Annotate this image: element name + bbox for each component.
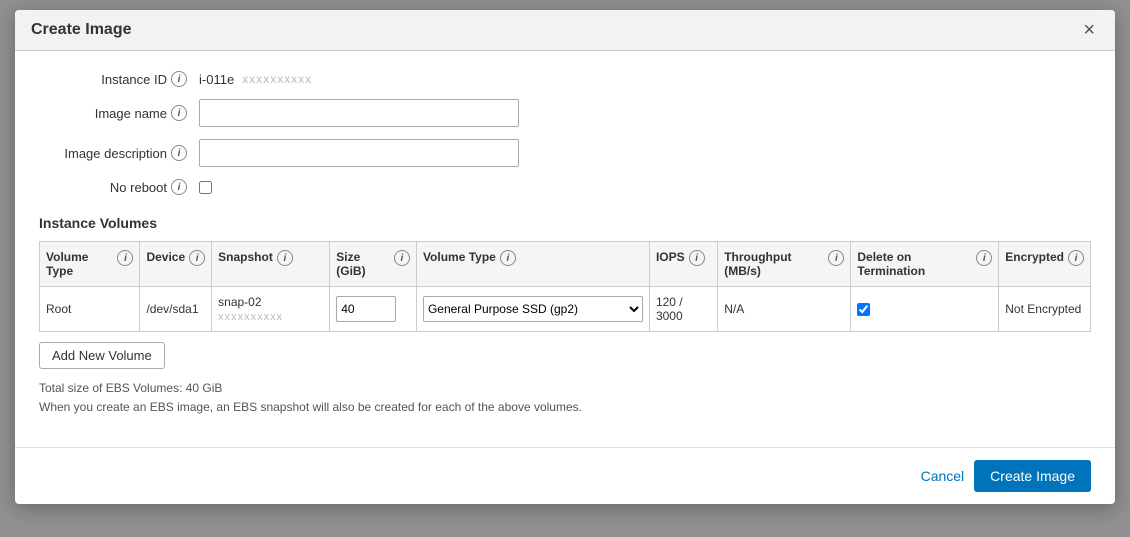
close-button[interactable]: × (1079, 20, 1099, 40)
cell-delete-on-termination-0[interactable] (851, 287, 999, 332)
add-new-volume-button[interactable]: Add New Volume (39, 342, 165, 369)
cell-size-0[interactable] (330, 287, 417, 332)
total-size-note: Total size of EBS Volumes: 40 GiB (39, 379, 1091, 398)
instance-id-row: Instance ID i i-011e xxxxxxxxxx (39, 71, 1091, 87)
th-throughput: Throughput (MB/s) i (718, 242, 851, 287)
volume-type-col-info-icon: i (117, 250, 133, 266)
modal-title: Create Image (31, 21, 132, 39)
instance-id-info-icon: i (171, 71, 187, 87)
snapshot-col-info-icon: i (277, 250, 293, 266)
image-description-row: Image description i (39, 139, 1091, 167)
iops-col-info-icon: i (689, 250, 705, 266)
cell-volume-type-val-0[interactable]: General Purpose SSD (gp2) General Purpos… (416, 287, 649, 332)
instance-id-value: i-011e xxxxxxxxxx (199, 72, 312, 87)
th-volume-type: Volume Type i (40, 242, 140, 287)
volume-type-col2-info-icon: i (500, 250, 516, 266)
create-image-button[interactable]: Create Image (974, 460, 1091, 492)
cell-throughput-0: N/A (718, 287, 851, 332)
th-size: Size (GiB) i (330, 242, 417, 287)
th-iops: IOPS i (649, 242, 717, 287)
modal-body: Instance ID i i-011e xxxxxxxxxx Image na… (15, 51, 1115, 437)
modal-footer: Cancel Create Image (15, 447, 1115, 504)
form-section: Instance ID i i-011e xxxxxxxxxx Image na… (39, 71, 1091, 195)
volume-type-select-0[interactable]: General Purpose SSD (gp2) General Purpos… (423, 296, 643, 322)
create-image-modal: Create Image × Instance ID i i-011e xxxx… (15, 10, 1115, 504)
footer-notes: Total size of EBS Volumes: 40 GiB When y… (39, 379, 1091, 417)
size-col-info-icon: i (394, 250, 410, 266)
volumes-section-title: Instance Volumes (39, 215, 1091, 231)
device-col-info-icon: i (189, 250, 205, 266)
modal-header: Create Image × (15, 10, 1115, 51)
no-reboot-row: No reboot i (39, 179, 1091, 195)
image-name-info-icon: i (171, 105, 187, 121)
table-header-row: Volume Type i Device i S (40, 242, 1091, 287)
no-reboot-info-icon: i (171, 179, 187, 195)
image-name-input[interactable] (199, 99, 519, 127)
image-description-info-icon: i (171, 145, 187, 161)
th-encrypted: Encrypted i (999, 242, 1091, 287)
ebs-note: When you create an EBS image, an EBS sna… (39, 398, 1091, 417)
image-name-row: Image name i (39, 99, 1091, 127)
image-name-label: Image name i (39, 105, 199, 121)
size-input-0[interactable] (336, 296, 396, 322)
delete-on-termination-checkbox-0[interactable] (857, 303, 870, 316)
cell-device-0: /dev/sda1 (140, 287, 212, 332)
th-volume-type-col: Volume Type i (416, 242, 649, 287)
th-snapshot: Snapshot i (212, 242, 330, 287)
th-device: Device i (140, 242, 212, 287)
delete-on-termination-col-info-icon: i (976, 250, 992, 266)
cell-volume-type-0: Root (40, 287, 140, 332)
table-row: Root /dev/sda1 snap-02 xxxxxxxxxx Genera… (40, 287, 1091, 332)
encrypted-col-info-icon: i (1068, 250, 1084, 266)
no-reboot-checkbox[interactable] (199, 181, 212, 194)
no-reboot-label: No reboot i (39, 179, 199, 195)
cell-iops-0: 120 / 3000 (649, 287, 717, 332)
throughput-col-info-icon: i (828, 250, 844, 266)
cancel-button[interactable]: Cancel (921, 468, 965, 484)
cell-encrypted-0: Not Encrypted (999, 287, 1091, 332)
instance-id-label: Instance ID i (39, 71, 199, 87)
th-delete-on-termination: Delete on Termination i (851, 242, 999, 287)
image-description-label: Image description i (39, 145, 199, 161)
volumes-table: Volume Type i Device i S (39, 241, 1091, 332)
cell-snapshot-0: snap-02 xxxxxxxxxx (212, 287, 330, 332)
image-description-input[interactable] (199, 139, 519, 167)
